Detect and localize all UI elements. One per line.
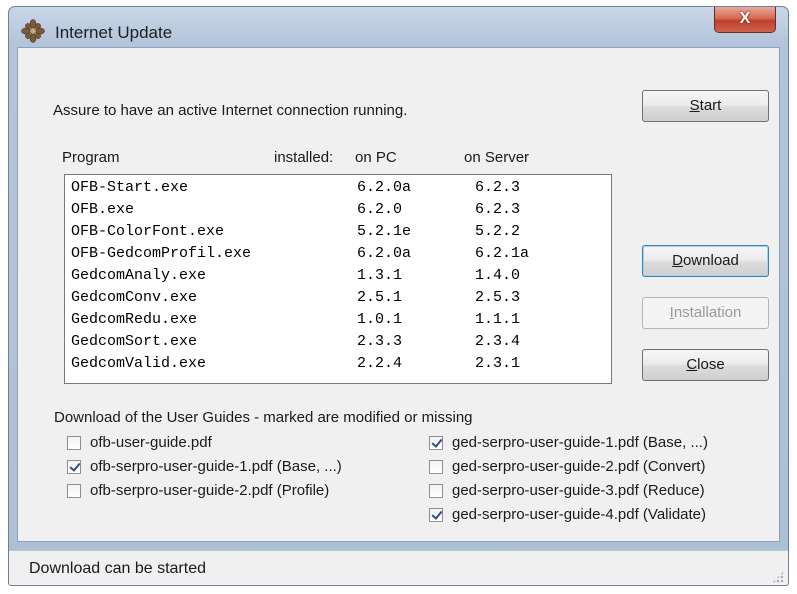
- version-server: 1.1.1: [475, 311, 521, 328]
- version-server: 2.5.3: [475, 289, 521, 306]
- version-server: 6.2.1a: [475, 245, 530, 262]
- version-pc: 2.5.1: [357, 289, 403, 306]
- intro-text: Assure to have an active Internet connec…: [53, 102, 408, 119]
- installation-button-label: nstallation: [673, 304, 742, 321]
- version-pc: 1.3.1: [357, 267, 403, 284]
- version-server: 6.2.3: [475, 201, 521, 218]
- version-server: 2.3.4: [475, 333, 521, 350]
- program-name: GedcomAnaly.exe: [71, 267, 207, 284]
- close-button[interactable]: Close: [642, 349, 769, 381]
- window-title: Internet Update: [55, 23, 173, 42]
- guide-checkbox[interactable]: [429, 484, 443, 498]
- status-bar: Download can be started: [9, 550, 788, 585]
- guide-label: ged-serpro-user-guide-1.pdf (Base, ...): [452, 434, 708, 451]
- version-pc: 6.2.0a: [357, 245, 412, 262]
- version-pc: 2.3.3: [357, 333, 403, 350]
- table-row[interactable]: OFB-Start.exe 6.2.0a 6.2.3: [65, 177, 611, 199]
- version-server: 2.3.1: [475, 355, 521, 372]
- table-row[interactable]: OFB.exe 6.2.0 6.2.3: [65, 199, 611, 221]
- download-button-label: ownload: [682, 252, 739, 269]
- guide-checkbox[interactable]: [429, 436, 443, 450]
- column-on-server: on Server: [464, 149, 530, 166]
- guide-checkbox[interactable]: [67, 460, 81, 474]
- table-row[interactable]: GedcomConv.exe 2.5.1 2.5.3: [65, 287, 611, 309]
- version-pc: 6.2.0a: [357, 179, 412, 196]
- program-name: GedcomRedu.exe: [71, 311, 198, 328]
- version-server: 5.2.2: [475, 223, 521, 240]
- table-row[interactable]: GedcomAnaly.exe 1.3.1 1.4.0: [65, 265, 611, 287]
- installation-button[interactable]: Installation: [642, 297, 769, 329]
- close-button-accel: C: [686, 356, 698, 373]
- guide-checkbox[interactable]: [67, 484, 81, 498]
- version-server: 6.2.3: [475, 179, 521, 196]
- table-row[interactable]: GedcomSort.exe 2.3.3 2.3.4: [65, 331, 611, 353]
- close-icon[interactable]: X: [714, 7, 776, 33]
- guide-label: ofb-serpro-user-guide-2.pdf (Profile): [90, 482, 330, 499]
- resize-grip-icon[interactable]: [772, 571, 784, 583]
- version-pc: 2.2.4: [357, 355, 403, 372]
- guides-heading: Download of the User Guides - marked are…: [54, 409, 473, 426]
- column-installed: installed:: [274, 149, 334, 166]
- program-name: GedcomConv.exe: [71, 289, 198, 306]
- table-row[interactable]: GedcomValid.exe 2.2.4 2.3.1: [65, 353, 611, 375]
- program-name: OFB.exe: [71, 201, 135, 218]
- version-server: 1.4.0: [475, 267, 521, 284]
- start-button-label: tart: [699, 97, 722, 114]
- start-button-accel: S: [689, 97, 700, 114]
- guide-checkbox[interactable]: [429, 460, 443, 474]
- guide-label: ged-serpro-user-guide-3.pdf (Reduce): [452, 482, 705, 499]
- guide-label: ged-serpro-user-guide-4.pdf (Validate): [452, 506, 707, 523]
- column-program: Program: [62, 149, 120, 166]
- guide-checkbox[interactable]: [429, 508, 443, 522]
- version-pc: 5.2.1e: [357, 223, 412, 240]
- guide-label: ofb-user-guide.pdf: [90, 434, 212, 451]
- internet-update-window: Internet Update X Assure to have an acti…: [8, 6, 789, 586]
- guide-checkbox[interactable]: [67, 436, 81, 450]
- table-row[interactable]: GedcomRedu.exe 1.0.1 1.1.1: [65, 309, 611, 331]
- version-pc: 6.2.0: [357, 201, 403, 218]
- close-button-label: lose: [697, 356, 725, 373]
- ornament-icon: [21, 19, 45, 43]
- guide-label: ged-serpro-user-guide-2.pdf (Convert): [452, 458, 706, 475]
- guide-label: ofb-serpro-user-guide-1.pdf (Base, ...): [90, 458, 342, 475]
- start-button[interactable]: Start: [642, 90, 769, 122]
- table-row[interactable]: OFB-ColorFont.exe 5.2.1e 5.2.2: [65, 221, 611, 243]
- program-name: OFB-GedcomProfil.exe: [71, 245, 252, 262]
- table-row[interactable]: OFB-GedcomProfil.exe 6.2.0a 6.2.1a: [65, 243, 611, 265]
- download-button-accel: D: [672, 252, 683, 269]
- program-name: GedcomSort.exe: [71, 333, 198, 350]
- program-name: OFB-Start.exe: [71, 179, 189, 196]
- dialog-body: Assure to have an active Internet connec…: [17, 47, 780, 542]
- version-pc: 1.0.1: [357, 311, 403, 328]
- column-on-pc: on PC: [355, 149, 397, 166]
- status-text: Download can be started: [29, 560, 206, 577]
- program-list[interactable]: OFB-Start.exe 6.2.0a 6.2.3 OFB.exe 6.2.0…: [64, 174, 612, 384]
- download-button[interactable]: Download: [642, 245, 769, 277]
- program-name: GedcomValid.exe: [71, 355, 207, 372]
- program-name: OFB-ColorFont.exe: [71, 223, 225, 240]
